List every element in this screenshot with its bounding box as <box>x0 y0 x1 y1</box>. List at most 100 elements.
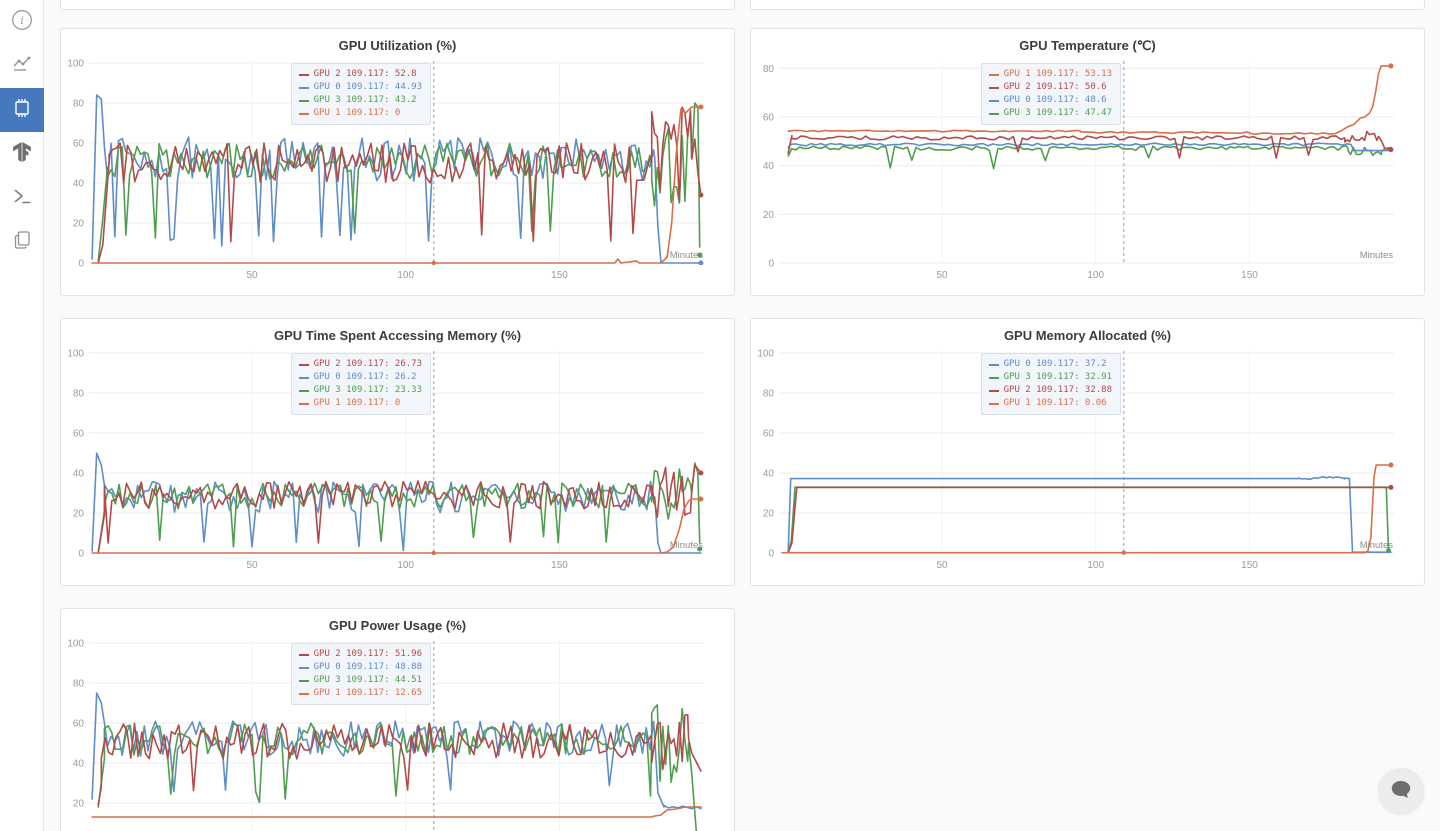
series-color-swatch <box>299 680 309 682</box>
tooltip-row: GPU 0 109.117: 26.2 <box>299 371 422 384</box>
tooltip-value: GPU 2 109.117: 51.96 <box>314 648 422 661</box>
svg-text:60: 60 <box>763 113 775 124</box>
sidebar-item-files[interactable] <box>0 220 44 264</box>
svg-text:100: 100 <box>67 59 84 70</box>
series-color-swatch <box>989 364 999 366</box>
panel-gpu-temperature: 02040608050100150Minutes GPU Temperature… <box>750 28 1425 296</box>
tooltip-value: GPU 1 109.117: 0 <box>314 107 401 120</box>
svg-text:0: 0 <box>78 259 84 270</box>
tensorflow-icon <box>12 142 32 167</box>
tooltip-row: GPU 1 109.117: 0.06 <box>989 397 1112 410</box>
tooltip-row: GPU 3 109.117: 23.33 <box>299 384 422 397</box>
tooltip-value: GPU 1 109.117: 0 <box>314 397 401 410</box>
chart-title: GPU Time Spent Accessing Memory (%) <box>61 328 734 343</box>
tooltip-value: GPU 0 109.117: 44.93 <box>314 81 422 94</box>
tooltip-value: GPU 1 109.117: 12.65 <box>314 687 422 700</box>
series-color-swatch <box>299 390 309 392</box>
sidebar: i <box>0 0 44 831</box>
chart-tooltip: GPU 2 109.117: 51.96GPU 0 109.117: 48.88… <box>291 643 431 705</box>
chart-title: GPU Power Usage (%) <box>61 618 734 633</box>
tooltip-value: GPU 0 109.117: 26.2 <box>314 371 417 384</box>
svg-text:Minutes: Minutes <box>1360 250 1394 261</box>
svg-text:0: 0 <box>768 259 774 270</box>
series-color-swatch <box>989 390 999 392</box>
chart-tooltip: GPU 1 109.117: 53.13GPU 2 109.117: 50.6 G… <box>981 63 1121 125</box>
chat-button[interactable] <box>1378 768 1424 814</box>
series-color-swatch <box>299 377 309 379</box>
panel-partial-top-right <box>750 0 1425 10</box>
svg-text:150: 150 <box>551 270 568 281</box>
chart-title: GPU Utilization (%) <box>61 38 734 53</box>
svg-text:20: 20 <box>73 799 85 810</box>
tooltip-row: GPU 3 109.117: 44.51 <box>299 674 422 687</box>
tooltip-value: GPU 0 109.117: 37.2 <box>1004 358 1107 371</box>
tooltip-value: GPU 2 109.117: 50.6 <box>1004 81 1107 94</box>
tooltip-row: GPU 1 109.117: 0 <box>299 107 422 120</box>
info-icon: i <box>11 9 33 36</box>
svg-text:20: 20 <box>763 509 775 520</box>
svg-text:60: 60 <box>73 719 85 730</box>
sidebar-item-overview[interactable]: i <box>0 0 44 44</box>
sidebar-item-system-metrics[interactable] <box>0 88 44 132</box>
svg-text:50: 50 <box>246 270 258 281</box>
tooltip-row: GPU 2 109.117: 51.96 <box>299 648 422 661</box>
sidebar-item-charts[interactable] <box>0 44 44 88</box>
sidebar-item-model[interactable] <box>0 132 44 176</box>
svg-text:100: 100 <box>1087 560 1104 571</box>
tooltip-row: GPU 1 109.117: 12.65 <box>299 687 422 700</box>
tooltip-value: GPU 3 109.117: 47.47 <box>1004 107 1112 120</box>
svg-text:80: 80 <box>763 389 775 400</box>
series-color-swatch <box>299 113 309 115</box>
svg-text:50: 50 <box>936 560 948 571</box>
panel-gpu-utilization: 02040608010050100150Minutes GPU Utilizat… <box>60 28 735 296</box>
svg-text:100: 100 <box>67 349 84 360</box>
series-color-swatch <box>989 74 999 76</box>
svg-text:40: 40 <box>73 469 85 480</box>
panel-gpu-memory-access-time: 02040608010050100150Minutes GPU Time Spe… <box>60 318 735 586</box>
svg-text:40: 40 <box>73 759 85 770</box>
tooltip-row: GPU 3 109.117: 43.2 <box>299 94 422 107</box>
tooltip-row: GPU 2 109.117: 52.8 <box>299 68 422 81</box>
line-chart-icon <box>11 53 33 80</box>
series-color-swatch <box>989 87 999 89</box>
svg-text:150: 150 <box>551 560 568 571</box>
svg-text:100: 100 <box>1087 270 1104 281</box>
svg-text:0: 0 <box>768 549 774 560</box>
tooltip-row: GPU 2 109.117: 26.73 <box>299 358 422 371</box>
svg-text:20: 20 <box>763 210 775 221</box>
tooltip-value: GPU 3 109.117: 43.2 <box>314 94 417 107</box>
tooltip-row: GPU 3 109.117: 32.91 <box>989 371 1112 384</box>
tooltip-value: GPU 2 109.117: 26.73 <box>314 358 422 371</box>
files-icon <box>11 229 33 256</box>
svg-text:100: 100 <box>757 349 774 360</box>
panel-gpu-power-usage: 02040608010050100150Minutes GPU Power Us… <box>60 608 735 831</box>
svg-text:100: 100 <box>67 639 84 650</box>
svg-text:100: 100 <box>397 270 414 281</box>
tooltip-row: GPU 1 109.117: 53.13 <box>989 68 1112 81</box>
series-color-swatch <box>299 364 309 366</box>
svg-text:40: 40 <box>73 179 85 190</box>
tooltip-value: GPU 1 109.117: 0.06 <box>1004 397 1107 410</box>
svg-text:80: 80 <box>73 679 85 690</box>
panel-partial-top-left <box>60 0 735 10</box>
series-color-swatch <box>299 667 309 669</box>
svg-text:80: 80 <box>73 99 85 110</box>
svg-text:150: 150 <box>1241 270 1258 281</box>
svg-text:80: 80 <box>763 64 775 75</box>
series-color-swatch <box>989 403 999 405</box>
tooltip-value: GPU 3 109.117: 32.91 <box>1004 371 1112 384</box>
svg-text:50: 50 <box>246 560 258 571</box>
tooltip-value: GPU 2 109.117: 32.88 <box>1004 384 1112 397</box>
tooltip-value: GPU 1 109.117: 53.13 <box>1004 68 1112 81</box>
series-color-swatch <box>989 377 999 379</box>
tooltip-row: GPU 0 109.117: 37.2 <box>989 358 1112 371</box>
svg-text:150: 150 <box>1241 560 1258 571</box>
svg-text:0: 0 <box>78 549 84 560</box>
tooltip-row: GPU 2 109.117: 50.6 <box>989 81 1112 94</box>
chart-tooltip: GPU 2 109.117: 26.73GPU 0 109.117: 26.2G… <box>291 353 431 415</box>
tooltip-row: GPU 3 109.117: 47.47 <box>989 107 1112 120</box>
tooltip-row: GPU 0 109.117: 44.93 <box>299 81 422 94</box>
terminal-icon <box>11 185 33 212</box>
sidebar-item-logs[interactable] <box>0 176 44 220</box>
series-color-swatch <box>299 693 309 695</box>
